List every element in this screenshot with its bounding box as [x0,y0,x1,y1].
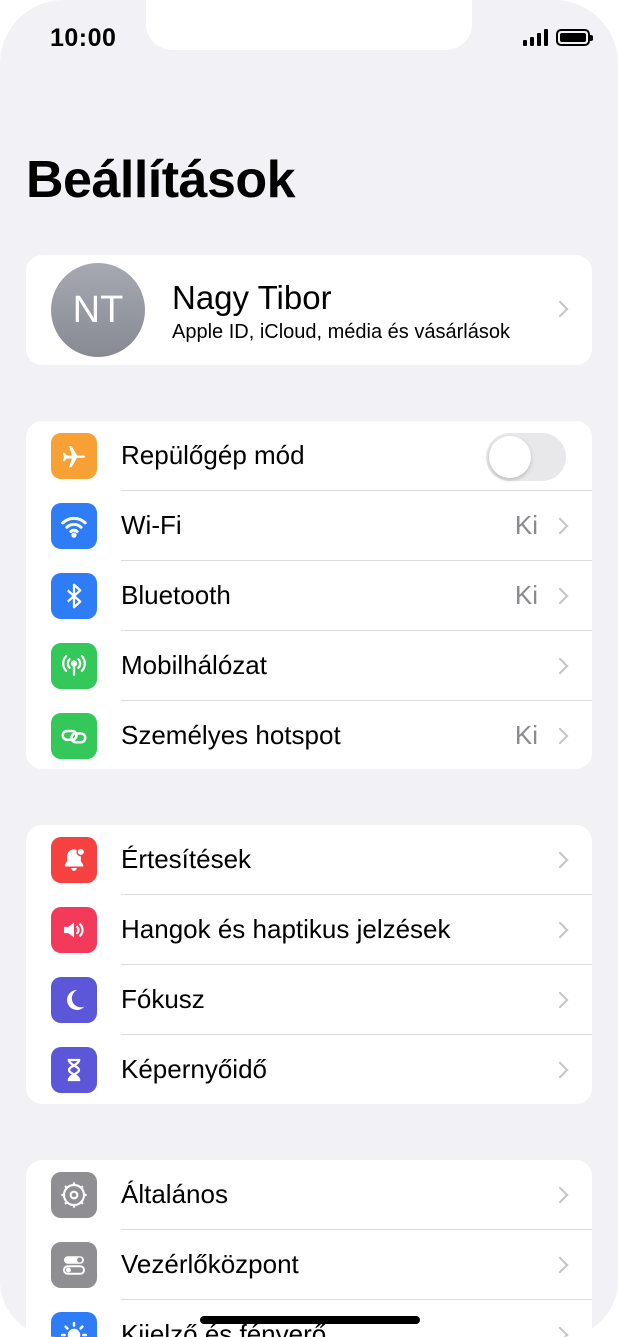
antenna-icon [51,643,97,689]
settings-row-sounds-haptics[interactable]: Hangok és haptikus jelzések [26,895,592,965]
wifi-icon [51,503,97,549]
battery-icon [556,28,593,46]
chevron-right-icon [551,727,569,745]
status-time: 10:00 [50,24,117,52]
settings-row-cellular[interactable]: Mobilhálózat [26,631,592,701]
settings-row-label: Vezérlőközpont [121,1249,299,1279]
hourglass-icon [51,1047,97,1093]
cellular-signal-icon [523,28,548,46]
brightness-icon [51,1312,97,1337]
profile-name: Nagy Tibor [172,279,332,316]
bluetooth-status-value: Ki [514,580,538,610]
settings-row-label: Bluetooth [121,580,231,610]
page-title: Beállítások [26,151,296,209]
settings-row-airplane-mode[interactable]: Repülőgép mód [26,421,592,491]
settings-row-screen-time[interactable]: Képernyőidő [26,1035,592,1104]
chevron-right-icon [551,517,569,535]
airplane-mode-toggle[interactable] [486,433,566,481]
speaker-icon [51,907,97,953]
settings-row-personal-hotspot[interactable]: Személyes hotspot Ki [26,701,592,769]
moon-icon [51,977,97,1023]
status-indicators [523,28,593,46]
settings-row-label: Személyes hotspot [121,720,341,750]
settings-row-label: Repülőgép mód [121,440,305,470]
settings-row-general[interactable]: Általános [26,1160,592,1230]
home-indicator[interactable] [200,1316,420,1324]
chevron-right-icon [551,1061,569,1079]
gear-icon [51,1172,97,1218]
chevron-right-icon [551,587,569,605]
chevron-right-icon [551,657,569,675]
settings-row-label: Wi-Fi [121,510,182,540]
apple-id-profile-row[interactable]: NT Nagy Tibor Apple ID, iCloud, média és… [26,255,592,365]
bluetooth-icon [51,573,97,619]
chevron-right-icon [551,1186,569,1204]
airplane-icon [51,433,97,479]
general-group: Általános Vezérlőközpont Kijelző és fény… [26,1160,592,1337]
settings-row-label: Képernyőidő [121,1054,267,1084]
avatar: NT [51,263,145,357]
chevron-right-icon [551,300,569,318]
settings-row-label: Fókusz [121,984,205,1014]
settings-row-label: Mobilhálózat [121,650,267,680]
chevron-right-icon [551,991,569,1009]
connectivity-group: Repülőgép mód Wi-Fi Ki Bluetooth Ki Mobi… [26,421,592,769]
wifi-status-value: Ki [514,510,538,540]
settings-screen: 10:00 Beállítások NT Nagy Tibor Apple ID… [0,0,618,1337]
notch [146,0,472,50]
chevron-right-icon [551,1256,569,1274]
notifications-group: Értesítések Hangok és haptikus jelzések … [26,825,592,1104]
settings-row-wifi[interactable]: Wi-Fi Ki [26,491,592,561]
settings-row-label: Hangok és haptikus jelzések [121,914,451,944]
chevron-right-icon [551,851,569,869]
chevron-right-icon [551,921,569,939]
settings-row-focus[interactable]: Fókusz [26,965,592,1035]
hotspot-link-icon [51,713,97,759]
switches-icon [51,1242,97,1288]
settings-row-label: Értesítések [121,844,252,874]
profile-subtitle: Apple ID, iCloud, média és vásárlások [172,321,510,343]
settings-row-bluetooth[interactable]: Bluetooth Ki [26,561,592,631]
settings-row-control-center[interactable]: Vezérlőközpont [26,1230,592,1300]
bell-icon [51,837,97,883]
settings-row-label: Általános [121,1179,228,1209]
settings-row-notifications[interactable]: Értesítések [26,825,592,895]
chevron-right-icon [551,1326,569,1337]
hotspot-status-value: Ki [514,720,538,750]
